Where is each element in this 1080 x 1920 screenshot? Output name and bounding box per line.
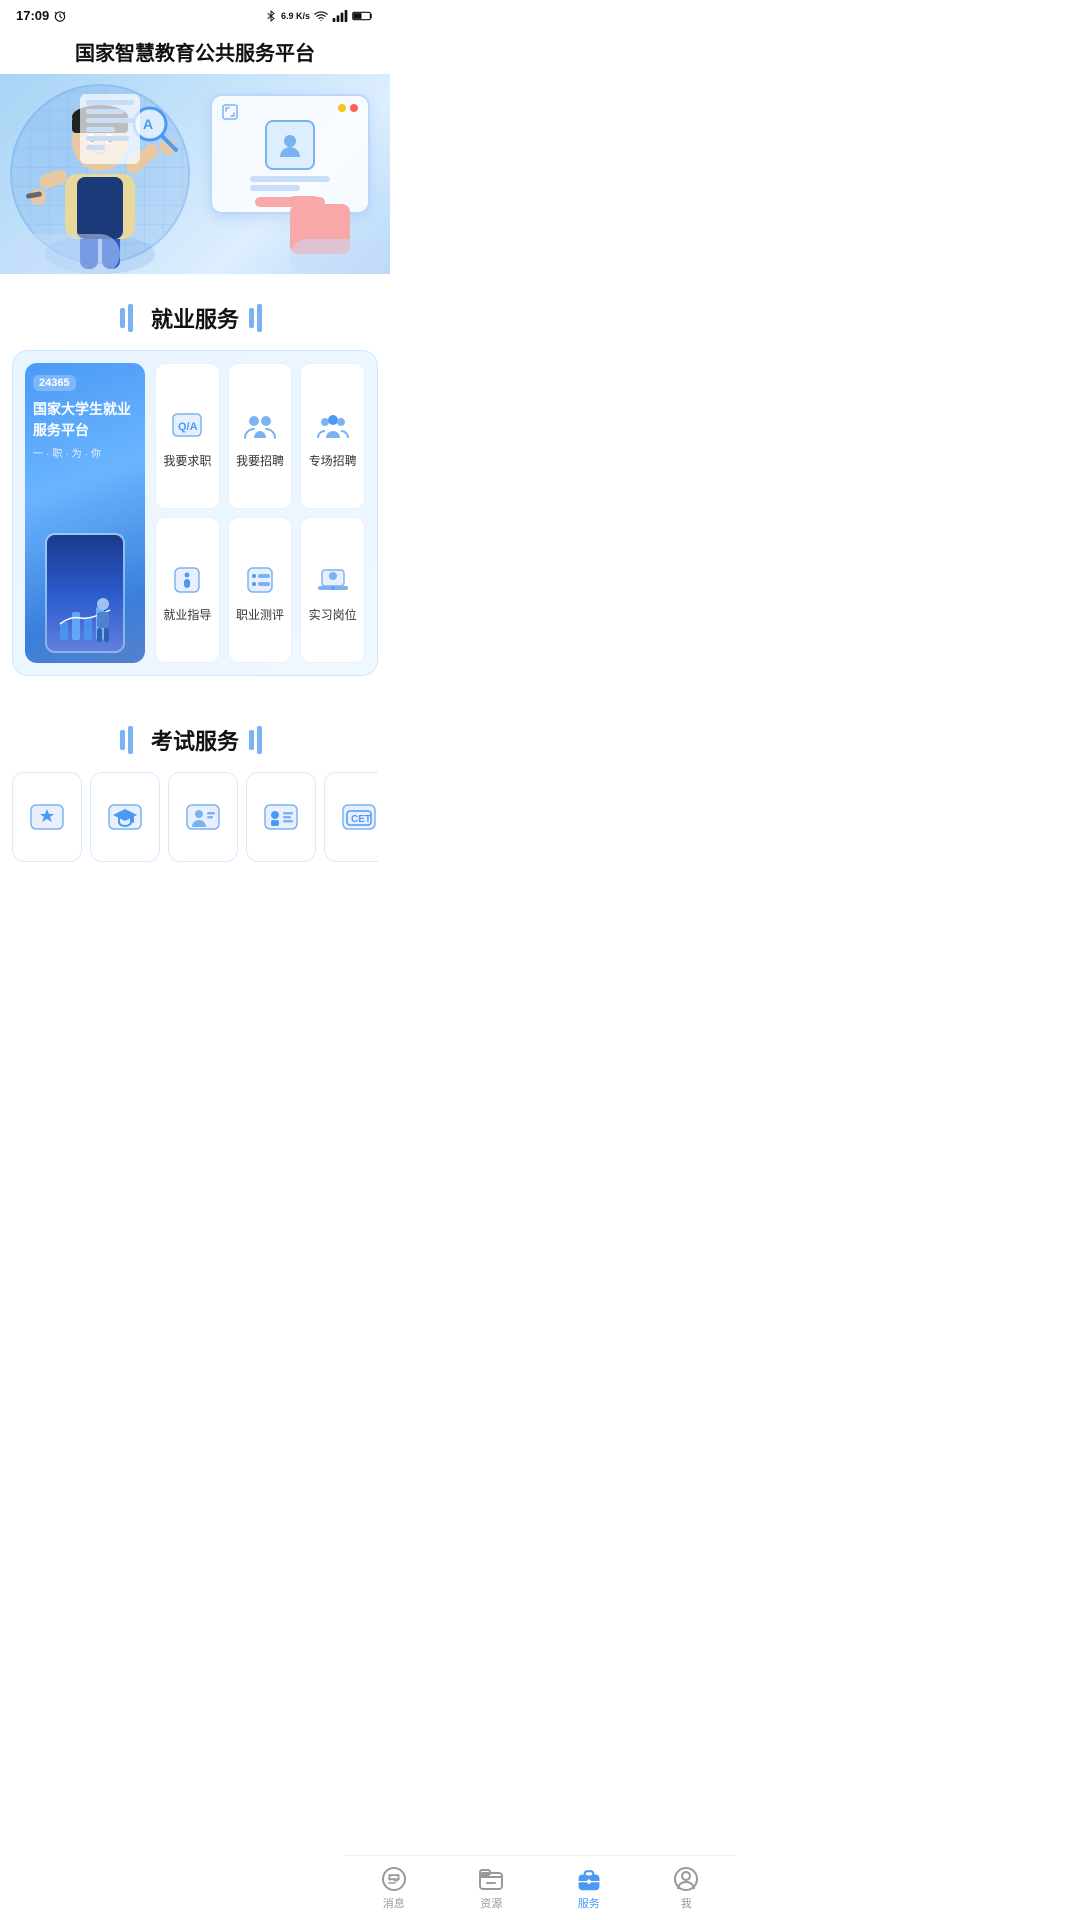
- title-bars-left: [120, 304, 141, 332]
- alarm-icon: [53, 9, 67, 23]
- info-icon: [169, 562, 205, 598]
- status-time: 17:09: [16, 8, 67, 23]
- exam-bar-1: [120, 730, 125, 750]
- exam-bar-4: [249, 730, 254, 750]
- nav-services-label: 服务: [578, 1895, 600, 1911]
- employment-grid: Q/A 我要求职 我要招聘: [155, 363, 365, 663]
- nav-messages[interactable]: 消息: [364, 1866, 424, 1911]
- nav-messages-label: 消息: [383, 1895, 405, 1911]
- screen-bar-1: [250, 176, 330, 182]
- screen-bars: [250, 176, 330, 191]
- person-circle-icon: [673, 1866, 699, 1892]
- bar-4: [249, 308, 254, 328]
- speed: 6.9 K/s: [281, 11, 310, 21]
- bluetooth-icon: [265, 9, 277, 23]
- signal-icon: [332, 9, 348, 23]
- status-bar: 17:09 6.9 K/s: [0, 0, 390, 27]
- minimize-dot: [338, 104, 346, 112]
- service-label-job-fair: 专场招聘: [309, 452, 357, 469]
- bar-5: [257, 304, 262, 332]
- left-card-line1: 国家大学生就业: [33, 401, 131, 417]
- badge-24365: 24365: [33, 375, 76, 391]
- service-label-job-guide: 就业指导: [163, 606, 211, 623]
- person-exam-icon: [185, 799, 221, 835]
- cloud-left: [0, 234, 120, 274]
- hero-screen: [210, 94, 370, 214]
- exam-card-3[interactable]: [168, 772, 238, 862]
- hat-exam-icon: [107, 799, 143, 835]
- exam-card-cet[interactable]: CET: [324, 772, 378, 862]
- left-card-subtitle: 一·职·为·你: [33, 445, 137, 460]
- bar-2: [128, 304, 133, 332]
- nav-services[interactable]: 服务: [559, 1866, 619, 1911]
- nav-resources-label: 资源: [480, 1895, 502, 1911]
- resize-icon: [222, 104, 238, 120]
- status-icons: 6.9 K/s: [265, 9, 374, 23]
- exam-title-bars-right: [249, 726, 270, 754]
- phone-screen: [47, 535, 123, 651]
- service-card-internship[interactable]: 实习岗位: [300, 517, 365, 663]
- employment-left-card[interactable]: 24365 国家大学生就业 服务平台 一·职·为·你: [25, 363, 145, 663]
- bottom-nav: 消息 资源 服务: [345, 1855, 735, 1920]
- bar-1: [120, 308, 125, 328]
- hero-banner: A: [0, 74, 390, 274]
- exam-card-2[interactable]: [90, 772, 160, 862]
- cloud-right: [290, 239, 390, 274]
- page-title: 国家智慧教育公共服务平台: [0, 27, 390, 74]
- service-label-job-hire: 我要招聘: [236, 452, 284, 469]
- left-card-line2: 服务平台: [33, 422, 89, 438]
- people-icon: [242, 408, 278, 444]
- exam-card-1[interactable]: [12, 772, 82, 862]
- employment-title: 就业服务: [151, 302, 239, 334]
- service-card-job-fair[interactable]: 专场招聘: [300, 363, 365, 509]
- service-label-career-test: 职业测评: [236, 606, 284, 623]
- cet-label: CET: [351, 814, 371, 825]
- briefcase-icon: [576, 1866, 602, 1892]
- service-card-job-hire[interactable]: 我要招聘: [228, 363, 293, 509]
- service-label-job-seek: 我要求职: [163, 452, 211, 469]
- nav-me[interactable]: 我: [656, 1866, 716, 1911]
- service-card-job-guide[interactable]: 就业指导: [155, 517, 220, 663]
- exam-cards-row: CET: [12, 772, 378, 866]
- message-icon: [381, 1866, 407, 1892]
- group-icon: [315, 408, 351, 444]
- list-icon: [242, 562, 278, 598]
- employment-section: 24365 国家大学生就业 服务平台 一·职·为·你: [12, 350, 378, 676]
- exam-title: 考试服务: [151, 724, 239, 756]
- left-card-title: 国家大学生就业 服务平台: [33, 399, 137, 441]
- svg-text:A: A: [143, 116, 153, 132]
- exam-bar-5: [257, 726, 262, 754]
- nav-me-label: 我: [681, 1895, 692, 1911]
- exam-card-4[interactable]: [246, 772, 316, 862]
- exam-bar-2: [128, 726, 133, 754]
- floating-document: [80, 94, 140, 164]
- time: 17:09: [16, 8, 49, 23]
- laptop-icon: [315, 562, 351, 598]
- service-card-career-test[interactable]: 职业测评: [228, 517, 293, 663]
- close-dot: [350, 104, 358, 112]
- phone-mockup: [45, 533, 125, 653]
- card-exam-icon: [263, 799, 299, 835]
- service-label-internship: 实习岗位: [309, 606, 357, 623]
- standing-person: [88, 596, 118, 646]
- screen-avatar: [265, 120, 315, 170]
- star-exam-icon: [29, 799, 65, 835]
- wifi-icon: [314, 9, 328, 23]
- qa-icon: Q/A: [169, 408, 205, 444]
- nav-resources[interactable]: 资源: [461, 1866, 521, 1911]
- window-dots: [338, 104, 358, 112]
- exam-section-title: 考试服务: [0, 696, 390, 772]
- service-card-job-seek[interactable]: Q/A 我要求职: [155, 363, 220, 509]
- title-bars-right: [249, 304, 270, 332]
- employment-section-title: 就业服务: [0, 274, 390, 350]
- folder-icon: [478, 1866, 504, 1892]
- exam-section: CET: [0, 772, 390, 946]
- screen-bar-2: [250, 185, 300, 191]
- svg-text:Q/A: Q/A: [178, 421, 198, 433]
- battery-icon: [352, 10, 374, 22]
- cet-exam-icon: CET: [341, 799, 377, 835]
- exam-title-bars-left: [120, 726, 141, 754]
